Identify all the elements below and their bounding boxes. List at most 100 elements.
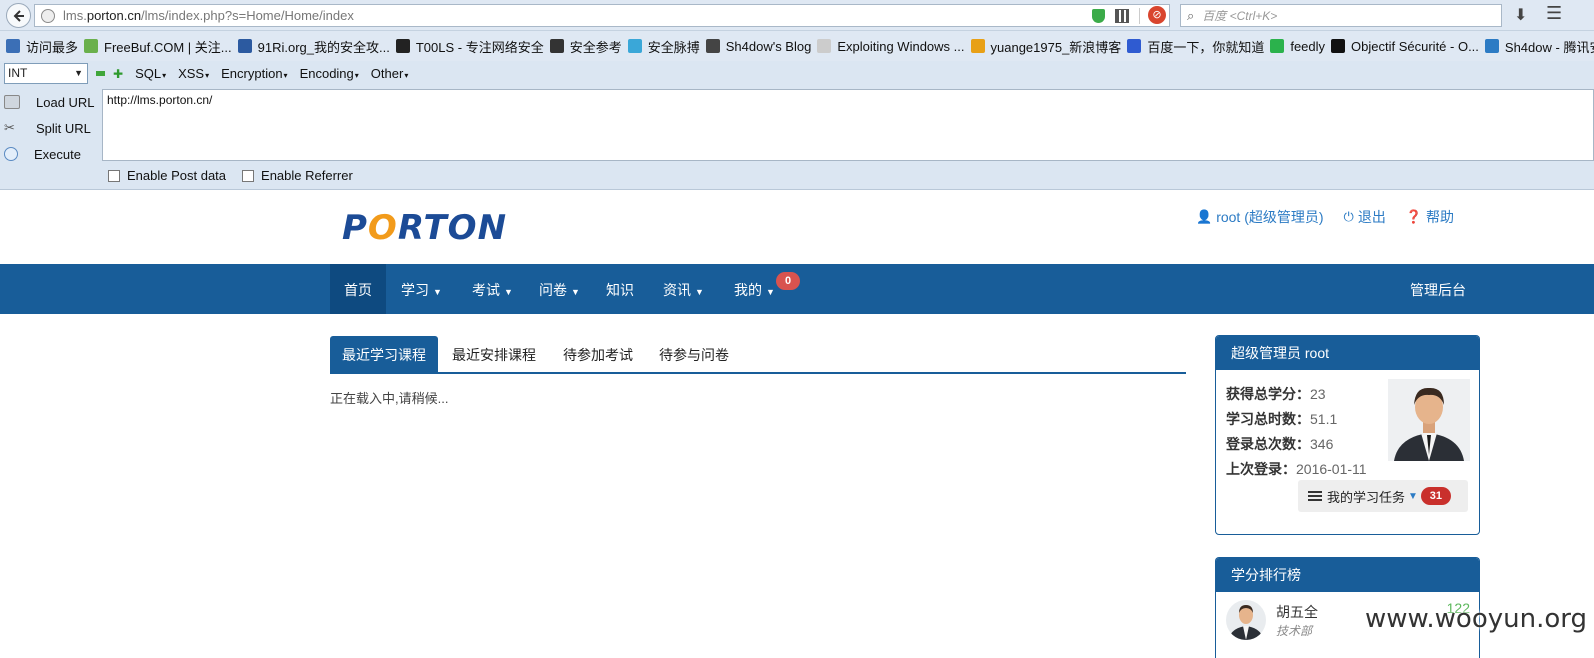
address-bar[interactable]: lms.porton.cn/lms/index.php?s=Home/Home/…: [34, 4, 1170, 27]
back-button[interactable]: [6, 3, 31, 28]
bookmark-favicon-icon: [84, 39, 99, 53]
caret-icon: ▼: [695, 287, 704, 297]
bookmark-favicon-icon: [817, 39, 832, 53]
bookmark-item[interactable]: 安全脉搏: [627, 37, 700, 56]
hackbar-type-select[interactable]: INT ▼: [4, 63, 88, 84]
hackbar: INT ▼ ✚ SQL XSS Encryption Encoding Othe…: [0, 61, 1594, 190]
bookmark-item[interactable]: Objectif Sécurité - O...: [1331, 39, 1479, 54]
bookmark-favicon-icon: [970, 39, 985, 53]
load-url-label: Load URL: [36, 94, 95, 110]
bookmark-item[interactable]: T00LS - 专注网络安全: [395, 37, 544, 56]
enable-referrer-label: Enable Referrer: [261, 168, 353, 183]
enable-post-checkbox[interactable]: [108, 169, 120, 182]
bookmark-favicon-icon: [1331, 39, 1346, 53]
bookmark-favicon-icon: [237, 39, 252, 53]
watermark: www.wooyun.org: [1365, 604, 1588, 634]
bookmark-item[interactable]: 91Ri.org_我的安全攻...: [237, 37, 390, 56]
load-url-icon: [4, 95, 20, 109]
person-icon: [1228, 605, 1264, 640]
bookmark-label: 安全脉搏: [647, 39, 700, 55]
bookmark-item[interactable]: FreeBuf.COM | 关注...: [84, 37, 232, 56]
site-header: PORTON 👤 root (超级管理员) ⏻ 退出 ❓ 帮助: [0, 190, 1594, 264]
bookmark-item[interactable]: 安全参考: [549, 37, 622, 56]
my-tasks-button[interactable]: 我的学习任务 ▼ 31: [1298, 480, 1468, 512]
ranking-panel-title: 学分排行榜: [1216, 558, 1479, 592]
bookmark-item[interactable]: Sh4dow - 腾讯安全应...: [1484, 37, 1594, 56]
bookmark-item[interactable]: yuange1975_新浪博客: [970, 37, 1121, 56]
adblock-icon[interactable]: ⊘: [1148, 6, 1166, 24]
porton-logo[interactable]: PORTON: [342, 208, 507, 248]
nav-news[interactable]: 资讯 ▼: [649, 264, 718, 314]
logout-link[interactable]: ⏻ 退出: [1344, 207, 1386, 227]
plus-icon[interactable]: ✚: [113, 67, 123, 81]
address-url[interactable]: lms.porton.cn/lms/index.php?s=Home/Home/…: [63, 8, 354, 23]
profile-panel-title: 超级管理员 root: [1216, 336, 1479, 370]
tab-pending-surveys[interactable]: 待参与问卷: [647, 336, 741, 372]
bookmark-favicon-icon: [627, 39, 642, 53]
power-icon: ⏻: [1343, 209, 1354, 224]
menu-xss[interactable]: XSS: [178, 66, 209, 81]
download-icon[interactable]: ⬇: [1514, 5, 1527, 25]
bookmark-item[interactable]: Sh4dow's Blog: [705, 38, 812, 54]
nav-home[interactable]: 首页: [330, 264, 386, 314]
enable-referrer-checkbox[interactable]: [242, 169, 255, 182]
tasks-label: 我的学习任务: [1327, 489, 1406, 505]
scissors-icon: ✂: [4, 120, 15, 135]
bookmark-item[interactable]: 访问最多: [6, 37, 78, 56]
execute-button[interactable]: Execute: [0, 141, 100, 167]
qr-code-icon[interactable]: [1115, 9, 1130, 23]
menu-encryption[interactable]: Encryption: [221, 66, 287, 81]
shield-icon[interactable]: [1092, 9, 1106, 23]
profile-panel: 超级管理员 root 获得总学分：23 学习总时数：51.1 登录总次数：346…: [1215, 335, 1480, 535]
bookmark-favicon-icon: [549, 39, 564, 53]
bookmark-item[interactable]: 百度一下，你就知道: [1127, 37, 1264, 56]
nav-exam[interactable]: 考试 ▼: [458, 264, 527, 314]
search-bar[interactable]: ⌕ 百度 <Ctrl+K>: [1180, 4, 1502, 27]
bookmark-item[interactable]: feedly: [1270, 39, 1325, 54]
bookmark-label: Sh4dow's Blog: [725, 38, 812, 54]
nav-survey[interactable]: 问卷 ▼: [525, 264, 594, 314]
list-icon: [1308, 490, 1322, 502]
globe-icon: [41, 8, 55, 23]
tab-pending-exams[interactable]: 待参加考试: [551, 336, 645, 372]
back-arrow-icon: [13, 9, 24, 22]
bookmark-label: 访问最多: [26, 39, 79, 55]
nav-admin[interactable]: 管理后台: [1410, 264, 1466, 314]
bookmark-label: FreeBuf.COM | 关注...: [104, 39, 232, 55]
nav-study[interactable]: 学习 ▼: [387, 264, 456, 314]
caret-icon: ▼: [1408, 490, 1418, 502]
question-icon: ❓: [1405, 209, 1423, 224]
bookmark-favicon-icon: [1127, 39, 1142, 53]
load-url-button[interactable]: Load URL: [0, 89, 100, 115]
bookmark-label: Exploiting Windows ...: [837, 38, 965, 54]
caret-icon: ▼: [504, 287, 513, 297]
menu-sql[interactable]: SQL: [135, 66, 166, 81]
loading-text: 正在载入中,请稍候...: [330, 391, 449, 406]
nav-mine[interactable]: 我的 ▼: [720, 264, 789, 314]
menu-other[interactable]: Other: [371, 66, 409, 81]
menu-encoding[interactable]: Encoding: [300, 66, 359, 81]
enable-post-label: Enable Post data: [127, 168, 227, 183]
bookmark-favicon-icon: [395, 39, 410, 53]
hackbar-url-textarea[interactable]: http://lms.porton.cn/: [102, 89, 1594, 161]
stat-last-login: 上次登录：2016-01-11: [1226, 461, 1367, 477]
course-tabs: 最近学习课程 最近安排课程 待参加考试 待参与问卷: [330, 336, 1186, 374]
search-icon: ⌕: [1187, 7, 1195, 23]
help-link[interactable]: ❓ 帮助: [1406, 207, 1454, 227]
chevron-down-icon: ▼: [74, 68, 83, 78]
bookmark-label: 安全参考: [569, 39, 622, 55]
minus-icon[interactable]: [96, 71, 105, 76]
tab-scheduled-courses[interactable]: 最近安排课程: [440, 336, 548, 372]
nav-knowledge[interactable]: 知识: [592, 264, 648, 314]
select-value: INT: [8, 66, 28, 80]
divider: [1139, 8, 1141, 24]
tab-recent-courses[interactable]: 最近学习课程: [330, 336, 438, 372]
avatar: [1226, 600, 1266, 640]
menu-icon[interactable]: ☰: [1546, 3, 1562, 24]
bookmarks-bar: 访问最多 FreeBuf.COM | 关注... 91Ri.org_我的安全攻...…: [0, 31, 1594, 61]
bookmark-item[interactable]: Exploiting Windows ...: [817, 38, 965, 54]
user-link[interactable]: 👤 root (超级管理员): [1196, 207, 1324, 227]
bookmark-label: 百度一下，你就知道: [1147, 39, 1265, 55]
avatar: [1388, 379, 1470, 461]
split-url-button[interactable]: ✂ Split URL: [0, 115, 100, 141]
